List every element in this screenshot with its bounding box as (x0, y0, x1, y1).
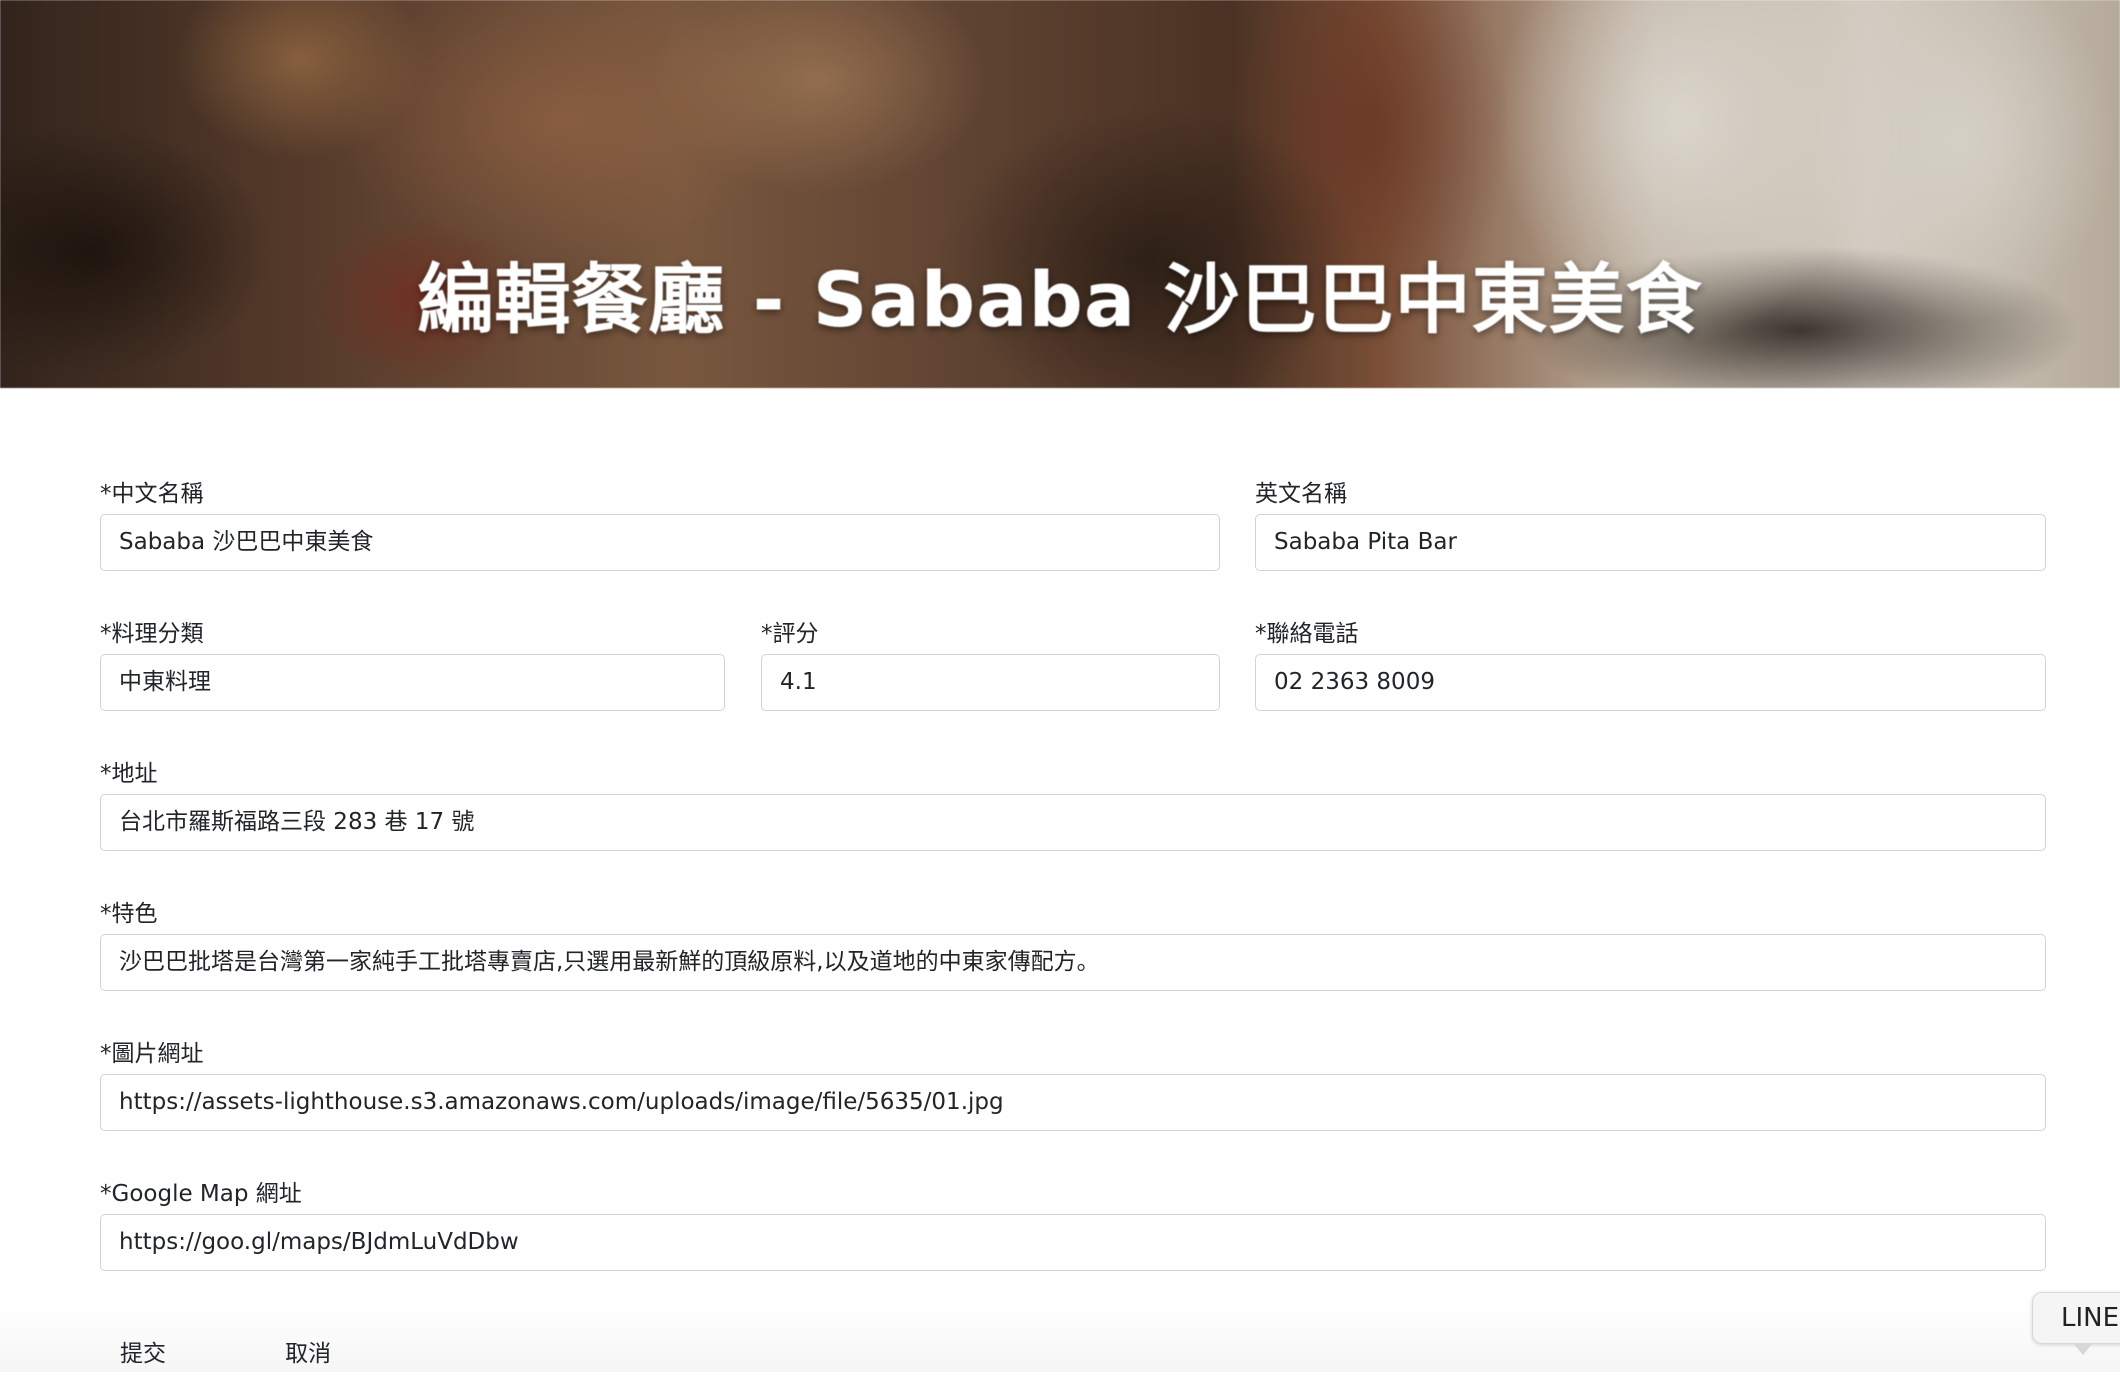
line-chat-button[interactable]: LINE (2032, 1292, 2120, 1355)
google-map-field-group: *Google Map 網址 https://goo.gl/maps/BJdmL… (100, 1174, 2046, 1271)
name-en-field-group: 英文名稱 Sababa Pita Bar (1255, 474, 2046, 571)
google-map-input[interactable]: https://goo.gl/maps/BJdmLuVdDbw (100, 1214, 2046, 1271)
phone-label: *聯絡電話 (1255, 621, 1359, 647)
location-input[interactable]: 台北市羅斯福路三段 283 巷 17 號 (100, 794, 2046, 851)
category-label: *料理分類 (100, 621, 204, 647)
description-field-group: *特色 沙巴巴批塔是台灣第一家純手工批塔專賣店,只選用最新鮮的頂級原料,以及道地… (100, 894, 2046, 991)
name-en-input[interactable]: Sababa Pita Bar (1255, 514, 2046, 571)
form-actions: 提交 取消 (100, 1326, 425, 1376)
description-label: *特色 (100, 901, 158, 927)
name-label: *中文名稱 (100, 481, 204, 507)
phone-input[interactable]: 02 2363 8009 (1255, 654, 2046, 711)
rating-field-group: *評分 4.1 (761, 614, 1220, 711)
google-map-label: *Google Map 網址 (100, 1181, 302, 1207)
cancel-button[interactable]: 取消 (265, 1326, 351, 1376)
description-input[interactable]: 沙巴巴批塔是台灣第一家純手工批塔專賣店,只選用最新鮮的頂級原料,以及道地的中東家… (100, 934, 2046, 991)
name-en-label: 英文名稱 (1255, 481, 1347, 507)
category-input[interactable]: 中東料理 (100, 654, 725, 711)
submit-button[interactable]: 提交 (100, 1326, 186, 1376)
image-field-group: *圖片網址 https://assets-lighthouse.s3.amazo… (100, 1034, 2046, 1131)
page-title: 編輯餐廳 - Sababa 沙巴巴中東美食 (417, 255, 1703, 344)
location-label: *地址 (100, 761, 158, 787)
rating-label: *評分 (761, 621, 819, 647)
name-field-group: *中文名稱 Sababa 沙巴巴中東美食 (100, 474, 1220, 571)
header-banner: 編輯餐廳 - Sababa 沙巴巴中東美食 (0, 0, 2120, 388)
image-input[interactable]: https://assets-lighthouse.s3.amazonaws.c… (100, 1074, 2046, 1131)
image-label: *圖片網址 (100, 1041, 204, 1067)
rating-input[interactable]: 4.1 (761, 654, 1220, 711)
location-field-group: *地址 台北市羅斯福路三段 283 巷 17 號 (100, 754, 2046, 851)
category-field-group: *料理分類 中東料理 (100, 614, 725, 711)
phone-field-group: *聯絡電話 02 2363 8009 (1255, 614, 2046, 711)
name-input[interactable]: Sababa 沙巴巴中東美食 (100, 514, 1220, 571)
